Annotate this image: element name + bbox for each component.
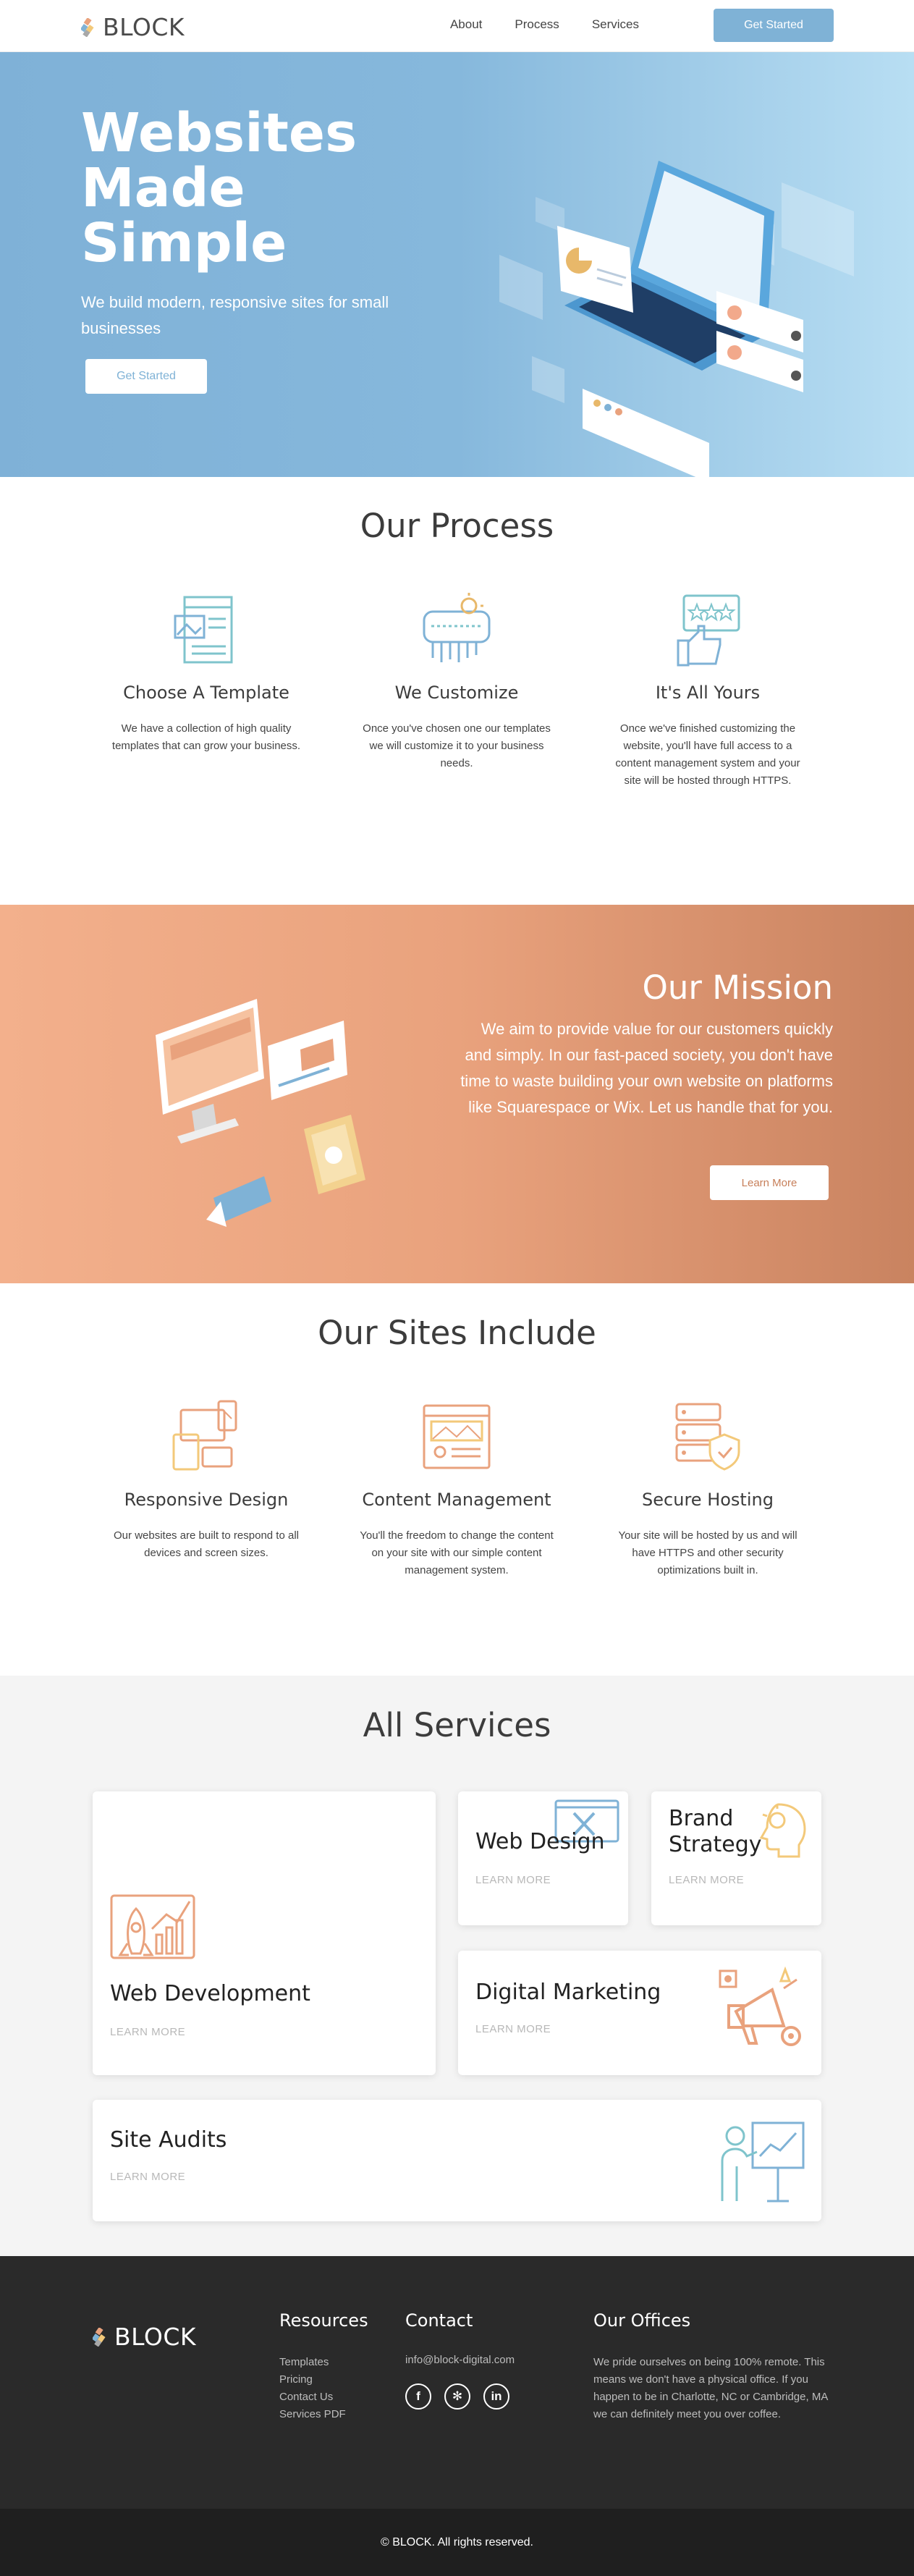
footer-brand-name: BLOCK [114, 2323, 197, 2351]
thumbs-up-icon [677, 594, 740, 667]
hero-title: Websites Made Simple [81, 102, 357, 274]
hero-get-started-button[interactable]: Get Started [85, 359, 207, 394]
include-item-title: Secure Hosting [642, 1490, 774, 1510]
devices-illustration-icon [156, 999, 365, 1227]
footer-resources-title: Resources [279, 2310, 368, 2331]
process-item-text: Once you've chosen one our templates we … [363, 722, 551, 769]
process-item-text: We have a collection of high quality tem… [111, 722, 301, 752]
footer-link-pricing[interactable]: Pricing [279, 2371, 368, 2389]
brand-name: BLOCK [103, 13, 185, 41]
process-item-title: Choose A Template [123, 683, 289, 703]
mission-title: Our Mission [642, 968, 833, 1007]
footer-contact: Contact info@block-digital.com f ✻ in [405, 2310, 515, 2410]
top-nav: BLOCK About Process Services Get Started [0, 0, 914, 52]
service-card-digital-marketing[interactable]: Digital Marketing LEARN MORE [458, 1951, 821, 2075]
megaphone-icon [719, 1966, 801, 2046]
services-section: All Services Web Development LEARN MORE … [0, 1676, 914, 2256]
service-card-title: Brand Strategy [669, 1806, 762, 1857]
customize-icon [423, 593, 491, 662]
service-card-web-design[interactable]: Web Design LEARN MORE [458, 1791, 628, 1925]
nav-get-started-button[interactable]: Get Started [714, 9, 834, 42]
service-card-title: Web Design [475, 1829, 605, 1854]
footer-offices-text: We pride ourselves on being 100% remote.… [593, 2356, 828, 2420]
service-card-learn-more-link[interactable]: LEARN MORE [475, 1874, 551, 1886]
process-item-text: Once we've finished customizing the webs… [615, 722, 800, 787]
footer-link-contact-us[interactable]: Contact Us [279, 2389, 368, 2406]
include-item-title: Content Management [362, 1490, 551, 1510]
footer-link-services-pdf[interactable]: Services PDF [279, 2406, 368, 2423]
process-item-customize: We Customize Once you've chosen one our … [355, 590, 558, 772]
footer-brand-logo[interactable]: BLOCK [93, 2323, 196, 2351]
template-icon [174, 596, 233, 664]
linkedin-icon[interactable]: in [483, 2383, 509, 2410]
service-card-learn-more-link[interactable]: LEARN MORE [110, 2026, 185, 2038]
service-card-title: Web Development [110, 1981, 310, 2006]
include-item-hosting: Secure Hosting Your site will be hosted … [606, 1397, 809, 1579]
footer-socials: f ✻ in [405, 2383, 515, 2410]
service-card-learn-more-link[interactable]: LEARN MORE [475, 2023, 551, 2035]
copyright-bar: © BLOCK. All rights reserved. [0, 2509, 914, 2576]
block-logo-icon [93, 2327, 106, 2347]
laptop-illustration-icon [499, 161, 854, 477]
include-item-title: Responsive Design [124, 1490, 289, 1510]
mission-text: We aim to provide value for our customer… [460, 1020, 833, 1116]
rocket-chart-icon [110, 1894, 195, 1959]
secure-hosting-icon [675, 1403, 740, 1471]
footer-link-templates[interactable]: Templates [279, 2354, 368, 2371]
nav-links: About Process Services [450, 17, 639, 32]
presentation-icon [721, 2121, 805, 2203]
footer-resources: Resources Templates Pricing Contact Us S… [279, 2310, 368, 2423]
service-card-brand-strategy[interactable]: Brand Strategy LEARN MORE [651, 1791, 821, 1925]
services-title: All Services [363, 1706, 551, 1744]
process-item-title: We Customize [394, 683, 519, 703]
footer-offices: Our Offices We pride ourselves on being … [593, 2310, 829, 2423]
process-title: Our Process [360, 507, 554, 545]
brand-logo[interactable]: BLOCK [81, 13, 185, 41]
include-item-responsive: Responsive Design Our websites are built… [105, 1397, 308, 1562]
hero-subtitle: We build modern, responsive sites for sm… [81, 293, 389, 337]
content-management-icon [423, 1404, 491, 1469]
facebook-icon[interactable]: f [405, 2383, 431, 2410]
yelp-icon[interactable]: ✻ [444, 2383, 470, 2410]
footer-offices-title: Our Offices [593, 2310, 691, 2331]
mission-section: Our Mission We aim to provide value for … [0, 905, 914, 1283]
includes-title: Our Sites Include [318, 1314, 596, 1352]
process-item-template: Choose A Template We have a collection o… [105, 590, 308, 755]
footer: BLOCK Resources Templates Pricing Contac… [0, 2256, 914, 2509]
nav-link-process[interactable]: Process [515, 17, 559, 32]
service-card-site-audits[interactable]: Site Audits LEARN MORE [93, 2100, 821, 2221]
process-item-yours: It's All Yours Once we've finished custo… [606, 590, 809, 790]
include-item-text: You'll the freedom to change the content… [360, 1529, 554, 1576]
nav-link-services[interactable]: Services [592, 17, 639, 32]
footer-email-link[interactable]: info@block-digital.com [405, 2354, 515, 2366]
block-logo-icon [81, 17, 94, 37]
service-card-learn-more-link[interactable]: LEARN MORE [110, 2171, 185, 2183]
responsive-devices-icon [172, 1400, 237, 1471]
include-item-content: Content Management You'll the freedom to… [355, 1397, 558, 1579]
service-card-title: Digital Marketing [475, 1980, 661, 2005]
include-item-text: Your site will be hosted by us and will … [618, 1529, 797, 1576]
mission-learn-more-button[interactable]: Learn More [710, 1165, 829, 1200]
nav-link-about[interactable]: About [450, 17, 482, 32]
process-item-title: It's All Yours [655, 683, 761, 703]
footer-contact-title: Contact [405, 2310, 473, 2331]
include-item-text: Our websites are built to respond to all… [114, 1529, 299, 1559]
service-card-web-development[interactable]: Web Development LEARN MORE [93, 1791, 436, 2075]
service-card-title: Site Audits [110, 2127, 227, 2153]
service-card-learn-more-link[interactable]: LEARN MORE [669, 1874, 744, 1886]
hero-section: Websites Made Simple We build modern, re… [0, 52, 914, 477]
